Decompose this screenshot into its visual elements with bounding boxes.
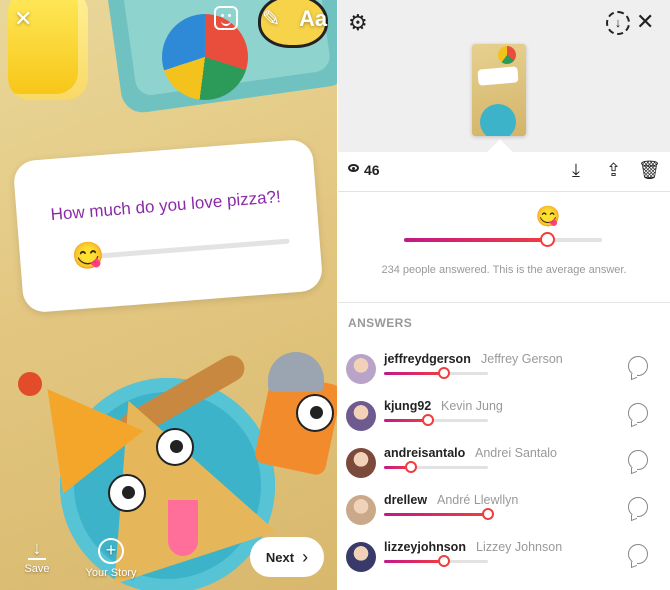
sticker-icon[interactable] [214, 6, 238, 30]
avatar[interactable] [346, 354, 376, 384]
average-slider-fill [404, 238, 547, 242]
save-button[interactable]: ↓ Save [16, 538, 58, 575]
reply-bubble-icon[interactable] [628, 544, 648, 564]
divider [338, 302, 670, 303]
reply-bubble-icon[interactable] [628, 356, 648, 376]
your-story-button[interactable]: + Your Story [78, 538, 144, 579]
view-count[interactable]: 46 [364, 162, 380, 178]
trash-icon[interactable]: 🗑 [638, 160, 661, 181]
answer-full-name: Jeffrey Gerson [481, 352, 563, 366]
thumbnail-slider-card [477, 66, 519, 86]
answer-row[interactable]: kjung92 Kevin Jung [338, 397, 670, 443]
add-story-icon: + [98, 538, 124, 564]
eye-icon [348, 164, 359, 172]
answer-row[interactable]: andreisantalo Andrei Santalo [338, 444, 670, 490]
answer-row[interactable]: lizzeyjohnson Lizzey Johnson [338, 538, 670, 584]
answer-username[interactable]: jeffreydgerson [384, 352, 471, 366]
thumbnail-ball [498, 46, 516, 64]
answer-slider-fill [384, 560, 445, 563]
slider-track[interactable] [97, 238, 290, 259]
reply-bubble-icon[interactable] [628, 450, 648, 470]
googly-eye-sticker [296, 394, 334, 432]
party-hat-pom [18, 372, 42, 396]
tongue-sticker [168, 500, 198, 556]
answer-username[interactable]: andreisantalo [384, 446, 465, 460]
answer-row[interactable]: jeffreydgerson Jeffrey Gerson [338, 350, 670, 396]
answer-slider-fill [384, 372, 445, 375]
answer-row[interactable]: drellew André Llewllyn [338, 491, 670, 537]
close-icon[interactable]: ✕ [14, 6, 32, 32]
download-base-icon [28, 558, 46, 560]
avatar[interactable] [346, 448, 376, 478]
answer-username[interactable]: lizzeyjohnson [384, 540, 466, 554]
answer-full-name: Kevin Jung [441, 399, 503, 413]
share-icon[interactable]: ⇪ [606, 160, 621, 181]
average-slider-track [404, 232, 602, 247]
story-thumbnail[interactable] [472, 44, 526, 136]
answer-slider-track [384, 461, 488, 473]
stats-bar: 46 ⤓ ⇪ 🗑 [338, 152, 670, 192]
next-button[interactable]: Next › [250, 537, 324, 577]
download-icon[interactable]: ⤓ [572, 160, 580, 181]
draw-pen-icon[interactable]: ✎ [262, 6, 280, 32]
download-circle-icon[interactable]: ↓ [606, 11, 630, 35]
answer-slider-knob [405, 461, 418, 473]
answer-slider-knob [438, 367, 451, 379]
answer-full-name: Lizzey Johnson [476, 540, 563, 554]
avatar[interactable] [346, 542, 376, 572]
avatar[interactable] [346, 401, 376, 431]
answer-slider-track [384, 367, 488, 379]
answer-username[interactable]: drellew [384, 493, 427, 507]
average-emoji: 😋 [535, 206, 561, 228]
your-story-label: Your Story [85, 567, 137, 579]
googly-eye-sticker [156, 428, 194, 466]
reply-bubble-icon[interactable] [628, 497, 648, 517]
answer-slider-knob [438, 555, 451, 567]
thumbnail-plate [480, 104, 516, 136]
answer-slider-track [384, 555, 488, 567]
gear-icon[interactable]: ⚙ [348, 10, 368, 36]
emoji-slider-sticker[interactable]: How much do you love pizza?! 😋 [12, 138, 324, 314]
answer-full-name: André Llewllyn [437, 493, 519, 507]
save-label: Save [24, 563, 50, 575]
answer-slider-track [384, 508, 494, 520]
average-slider-knob [539, 232, 555, 247]
slider-emoji-handle[interactable]: 😋 [71, 239, 106, 271]
download-arrow-icon: ↓ [32, 538, 42, 558]
results-header: ⚙ ↓ ✕ [338, 0, 670, 152]
googly-eye-sticker [108, 474, 146, 512]
chevron-right-icon: › [302, 546, 309, 567]
answer-slider-knob [421, 414, 434, 426]
story-composer: ✕ ✎ Aa How much do you love pizza?! 😋 ↓ … [0, 0, 337, 590]
close-icon[interactable]: ✕ [636, 9, 654, 35]
reply-bubble-icon[interactable] [628, 403, 648, 423]
answers-heading: ANSWERS [348, 316, 413, 330]
average-caption: 234 people answered. This is the average… [381, 264, 627, 276]
slider-results-panel: ⚙ ↓ ✕ 46 ⤓ ⇪ 🗑 😋 234 people answered. Th… [338, 0, 670, 590]
answer-slider-knob [482, 508, 494, 520]
text-tool-button[interactable]: Aa [299, 6, 327, 32]
answer-slider-track [384, 414, 488, 426]
answer-username[interactable]: kjung92 [384, 399, 431, 413]
answer-full-name: Andrei Santalo [475, 446, 558, 460]
viking-helmet-sticker [268, 352, 324, 392]
slider-question: How much do you love pizza?! [50, 187, 282, 225]
avatar[interactable] [346, 495, 376, 525]
answer-slider-fill [384, 513, 488, 516]
next-label: Next [265, 549, 295, 565]
